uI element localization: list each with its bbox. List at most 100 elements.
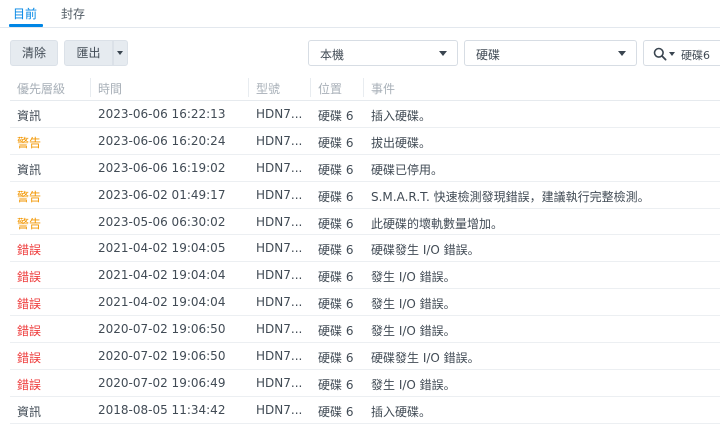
table-row[interactable]: 錯誤 2021-04-02 19:04:04 HDN7... 硬碟 6 發生 I/O 錯…	[10, 262, 720, 290]
cell-time: 2021-04-02 19:04:05	[98, 241, 226, 256]
cell-level: 資訊	[17, 162, 42, 177]
cell-time: 2023-06-06 16:20:24	[98, 133, 226, 148]
column-header-model[interactable]: 型號	[256, 80, 280, 97]
cell-level: 警告	[17, 135, 42, 150]
table-header: 優先層級 時間 型號 位置 事件	[10, 74, 720, 101]
export-dropdown-button[interactable]	[113, 40, 128, 66]
device-filter-select[interactable]: 硬碟	[464, 40, 637, 66]
cell-event: 硬碟已停用。	[371, 162, 444, 177]
cell-location: 硬碟 6	[318, 162, 354, 177]
cell-location: 硬碟 6	[318, 270, 354, 285]
table-row[interactable]: 錯誤 2020-07-02 19:06:50 HDN7... 硬碟 6 硬碟發生 I/O…	[10, 343, 720, 370]
table-row[interactable]: 警告 2023-06-02 01:49:17 HDN7... 硬碟 6 S.M.A.R.…	[10, 182, 720, 209]
column-divider[interactable]	[90, 78, 91, 97]
search-field[interactable]: 硬碟6	[643, 40, 720, 66]
cell-model: HDN7...	[256, 214, 303, 229]
table-row[interactable]: 資訊 2023-06-06 16:22:13 HDN7... 硬碟 6 插入硬碟。	[10, 101, 720, 128]
cell-location: 硬碟 6	[318, 243, 354, 258]
cell-time: 2023-06-06 16:19:02	[98, 160, 226, 175]
cell-level: 錯誤	[17, 297, 42, 312]
cell-model: HDN7...	[256, 375, 303, 390]
cell-model: HDN7...	[256, 349, 303, 364]
cell-time: 2020-07-02 19:06:49	[98, 375, 226, 390]
cell-event: 發生 I/O 錯誤。	[371, 297, 456, 312]
cell-level: 警告	[17, 216, 42, 231]
cell-location: 硬碟 6	[318, 109, 354, 123]
table-row[interactable]: 錯誤 2021-04-02 19:04:05 HDN7... 硬碟 6 硬碟發生 I/O…	[10, 235, 720, 263]
cell-time: 2020-07-02 19:06:50	[98, 322, 226, 337]
tab-archive[interactable]: 封存	[61, 5, 85, 22]
cell-event: 硬碟發生 I/O 錯誤。	[371, 351, 480, 366]
cell-location: 硬碟 6	[318, 297, 354, 312]
table-body: 資訊 2023-06-06 16:22:13 HDN7... 硬碟 6 插入硬碟。 警告 2…	[10, 101, 720, 424]
column-divider[interactable]	[310, 78, 311, 97]
table-row[interactable]: 錯誤 2021-04-02 19:04:04 HDN7... 硬碟 6 發生 I/O 錯…	[10, 289, 720, 317]
source-filter-value: 本機	[320, 48, 345, 62]
cell-location: 硬碟 6	[318, 404, 354, 419]
chevron-down-icon	[618, 51, 626, 56]
table-row[interactable]: 警告 2023-06-06 16:20:24 HDN7... 硬碟 6 拔出硬碟。	[10, 128, 720, 155]
search-input[interactable]: 硬碟6	[681, 47, 710, 63]
cell-location: 硬碟 6	[318, 324, 354, 339]
cell-location: 硬碟 6	[318, 377, 354, 392]
cell-event: 硬碟發生 I/O 錯誤。	[371, 243, 480, 258]
cell-level: 資訊	[17, 109, 42, 123]
cell-event: 發生 I/O 錯誤。	[371, 377, 456, 392]
cell-level: 錯誤	[17, 377, 42, 392]
tab-bar: 目前 封存	[0, 0, 720, 28]
cell-event: 發生 I/O 錯誤。	[371, 270, 456, 285]
cell-model: HDN7...	[256, 268, 303, 283]
cell-level: 錯誤	[17, 270, 42, 285]
table-row[interactable]: 警告 2023-05-06 06:30:02 HDN7... 硬碟 6 此硬碟的壞軌數量…	[10, 209, 720, 236]
column-header-event[interactable]: 事件	[371, 80, 395, 97]
log-table: 優先層級 時間 型號 位置 事件 資訊 2023-06-06 16:22:13 HD…	[10, 74, 720, 424]
table-row[interactable]: 資訊 2023-06-06 16:19:02 HDN7... 硬碟 6 硬碟已停用。	[10, 155, 720, 182]
cell-time: 2023-06-06 16:22:13	[98, 107, 226, 121]
cell-level: 錯誤	[17, 324, 42, 339]
column-divider[interactable]	[248, 78, 249, 97]
cell-time: 2021-04-02 19:04:04	[98, 268, 226, 283]
chevron-down-icon	[117, 51, 123, 55]
device-filter-value: 硬碟	[476, 48, 501, 62]
cell-level: 錯誤	[17, 351, 42, 366]
cell-location: 硬碟 6	[318, 189, 354, 204]
cell-model: HDN7...	[256, 107, 303, 121]
cell-level: 警告	[17, 189, 42, 204]
search-icon[interactable]	[653, 47, 667, 61]
column-divider[interactable]	[363, 78, 364, 97]
cell-time: 2018-08-05 11:34:42	[98, 402, 226, 417]
cell-model: HDN7...	[256, 187, 303, 202]
table-row[interactable]: 資訊 2018-08-05 11:34:42 HDN7... 硬碟 6 插入硬碟。	[10, 397, 720, 424]
cell-event: 拔出硬碟。	[371, 135, 432, 150]
cell-time: 2023-06-02 01:49:17	[98, 187, 226, 202]
cell-event: 插入硬碟。	[371, 404, 432, 419]
active-tab-indicator	[9, 24, 43, 27]
cell-level: 資訊	[17, 404, 42, 419]
cell-location: 硬碟 6	[318, 216, 354, 231]
cell-time: 2020-07-02 19:06:50	[98, 349, 226, 364]
tab-current[interactable]: 目前	[13, 5, 37, 22]
cell-model: HDN7...	[256, 241, 303, 256]
search-options-chevron-icon[interactable]	[669, 52, 675, 56]
column-header-level[interactable]: 優先層級	[17, 80, 65, 97]
cell-event: 插入硬碟。	[371, 109, 432, 123]
cell-location: 硬碟 6	[318, 351, 354, 366]
cell-time: 2023-05-06 06:30:02	[98, 214, 226, 229]
clear-button[interactable]: 清除	[10, 40, 58, 66]
cell-event: 發生 I/O 錯誤。	[371, 324, 456, 339]
column-header-time[interactable]: 時間	[98, 80, 122, 97]
cell-model: HDN7...	[256, 402, 303, 417]
cell-time: 2021-04-02 19:04:04	[98, 295, 226, 310]
column-header-location[interactable]: 位置	[318, 80, 342, 97]
chevron-down-icon	[439, 51, 447, 56]
cell-location: 硬碟 6	[318, 135, 354, 150]
cell-model: HDN7...	[256, 160, 303, 175]
export-button[interactable]: 匯出	[64, 40, 113, 66]
cell-event: 此硬碟的壞軌數量增加。	[371, 216, 504, 231]
cell-level: 錯誤	[17, 243, 42, 258]
cell-model: HDN7...	[256, 322, 303, 337]
table-row[interactable]: 錯誤 2020-07-02 19:06:49 HDN7... 硬碟 6 發生 I/O 錯…	[10, 370, 720, 397]
table-row[interactable]: 錯誤 2020-07-02 19:06:50 HDN7... 硬碟 6 發生 I/O 錯…	[10, 316, 720, 344]
source-filter-select[interactable]: 本機	[308, 40, 458, 66]
cell-event: S.M.A.R.T. 快速檢測發現錯誤，建議執行完整檢測。	[371, 189, 650, 204]
